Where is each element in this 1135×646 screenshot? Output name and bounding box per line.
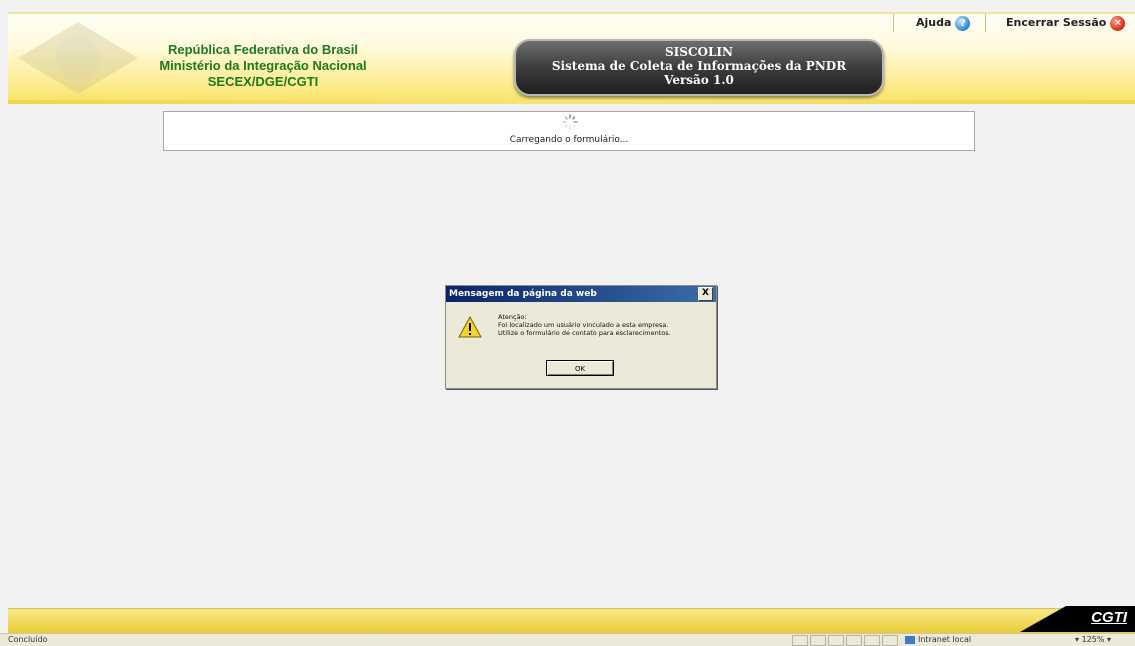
status-text: Concluído: [8, 635, 48, 644]
dialog-message: Atenção: Foi localizado um usuário vincu…: [498, 313, 671, 337]
logout-link[interactable]: Encerrar Sessão ✕: [1006, 12, 1126, 34]
dialog-titlebar[interactable]: Mensagem da página da web X: [446, 286, 716, 302]
status-cell: [810, 635, 826, 646]
status-cell: [792, 635, 808, 646]
message-line: Atenção:: [498, 313, 527, 321]
system-version: Versão 1.0: [664, 73, 734, 87]
dialog-title: Mensagem da página da web: [449, 289, 597, 299]
message-dialog: Mensagem da página da web X Atenção: Foi…: [445, 285, 717, 389]
warning-icon: [458, 316, 482, 338]
header-bottom-strip: [8, 100, 1135, 104]
zoom-value: 125%: [1081, 635, 1105, 644]
spinner-icon: [562, 114, 578, 130]
help-icon: ?: [955, 15, 971, 31]
help-label: Ajuda: [916, 16, 952, 29]
loading-panel: Carregando o formulário...: [163, 111, 975, 151]
status-cell: [864, 635, 880, 646]
org-line: SECEX/DGE/CGTI: [207, 74, 319, 89]
separator: [985, 14, 986, 32]
browser-status-bar: Concluído Intranet local ▾ 125% ▾: [0, 633, 1135, 646]
system-description: Sistema de Coleta de Informações da PNDR: [551, 59, 847, 73]
org-line: República Federativa do Brasil: [167, 42, 358, 57]
security-zone[interactable]: Intranet local: [905, 634, 971, 646]
close-red-icon: ✕: [1110, 15, 1126, 31]
system-name: SISCOLIN: [665, 45, 733, 59]
footer-bar: [8, 608, 1135, 633]
status-cell: [882, 635, 898, 646]
status-cell: [846, 635, 862, 646]
help-link[interactable]: Ajuda?: [916, 12, 971, 34]
message-line: Utilize o formulário de contato para esc…: [498, 329, 671, 337]
message-line: Foi localizado um usuário vinculado a es…: [498, 321, 669, 329]
organization-names: República Federativa do Brasil Ministéri…: [148, 42, 378, 90]
zoom-level[interactable]: ▾ 125% ▾: [1075, 634, 1111, 646]
system-title-badge: SISCOLIN Sistema de Coleta de Informaçõe…: [514, 39, 884, 96]
top-links: Ajuda? Encerrar Sessão ✕: [0, 12, 1135, 34]
close-icon[interactable]: X: [698, 287, 713, 301]
ok-button[interactable]: OK: [546, 360, 614, 376]
logout-label: Encerrar Sessão: [1006, 16, 1107, 29]
zone-label: Intranet local: [918, 635, 972, 644]
loading-text: Carregando o formulário...: [509, 135, 629, 145]
intranet-icon: [905, 635, 915, 644]
org-line: Ministério da Integração Nacional: [159, 58, 367, 73]
status-cell: [828, 635, 844, 646]
separator: [893, 14, 894, 32]
